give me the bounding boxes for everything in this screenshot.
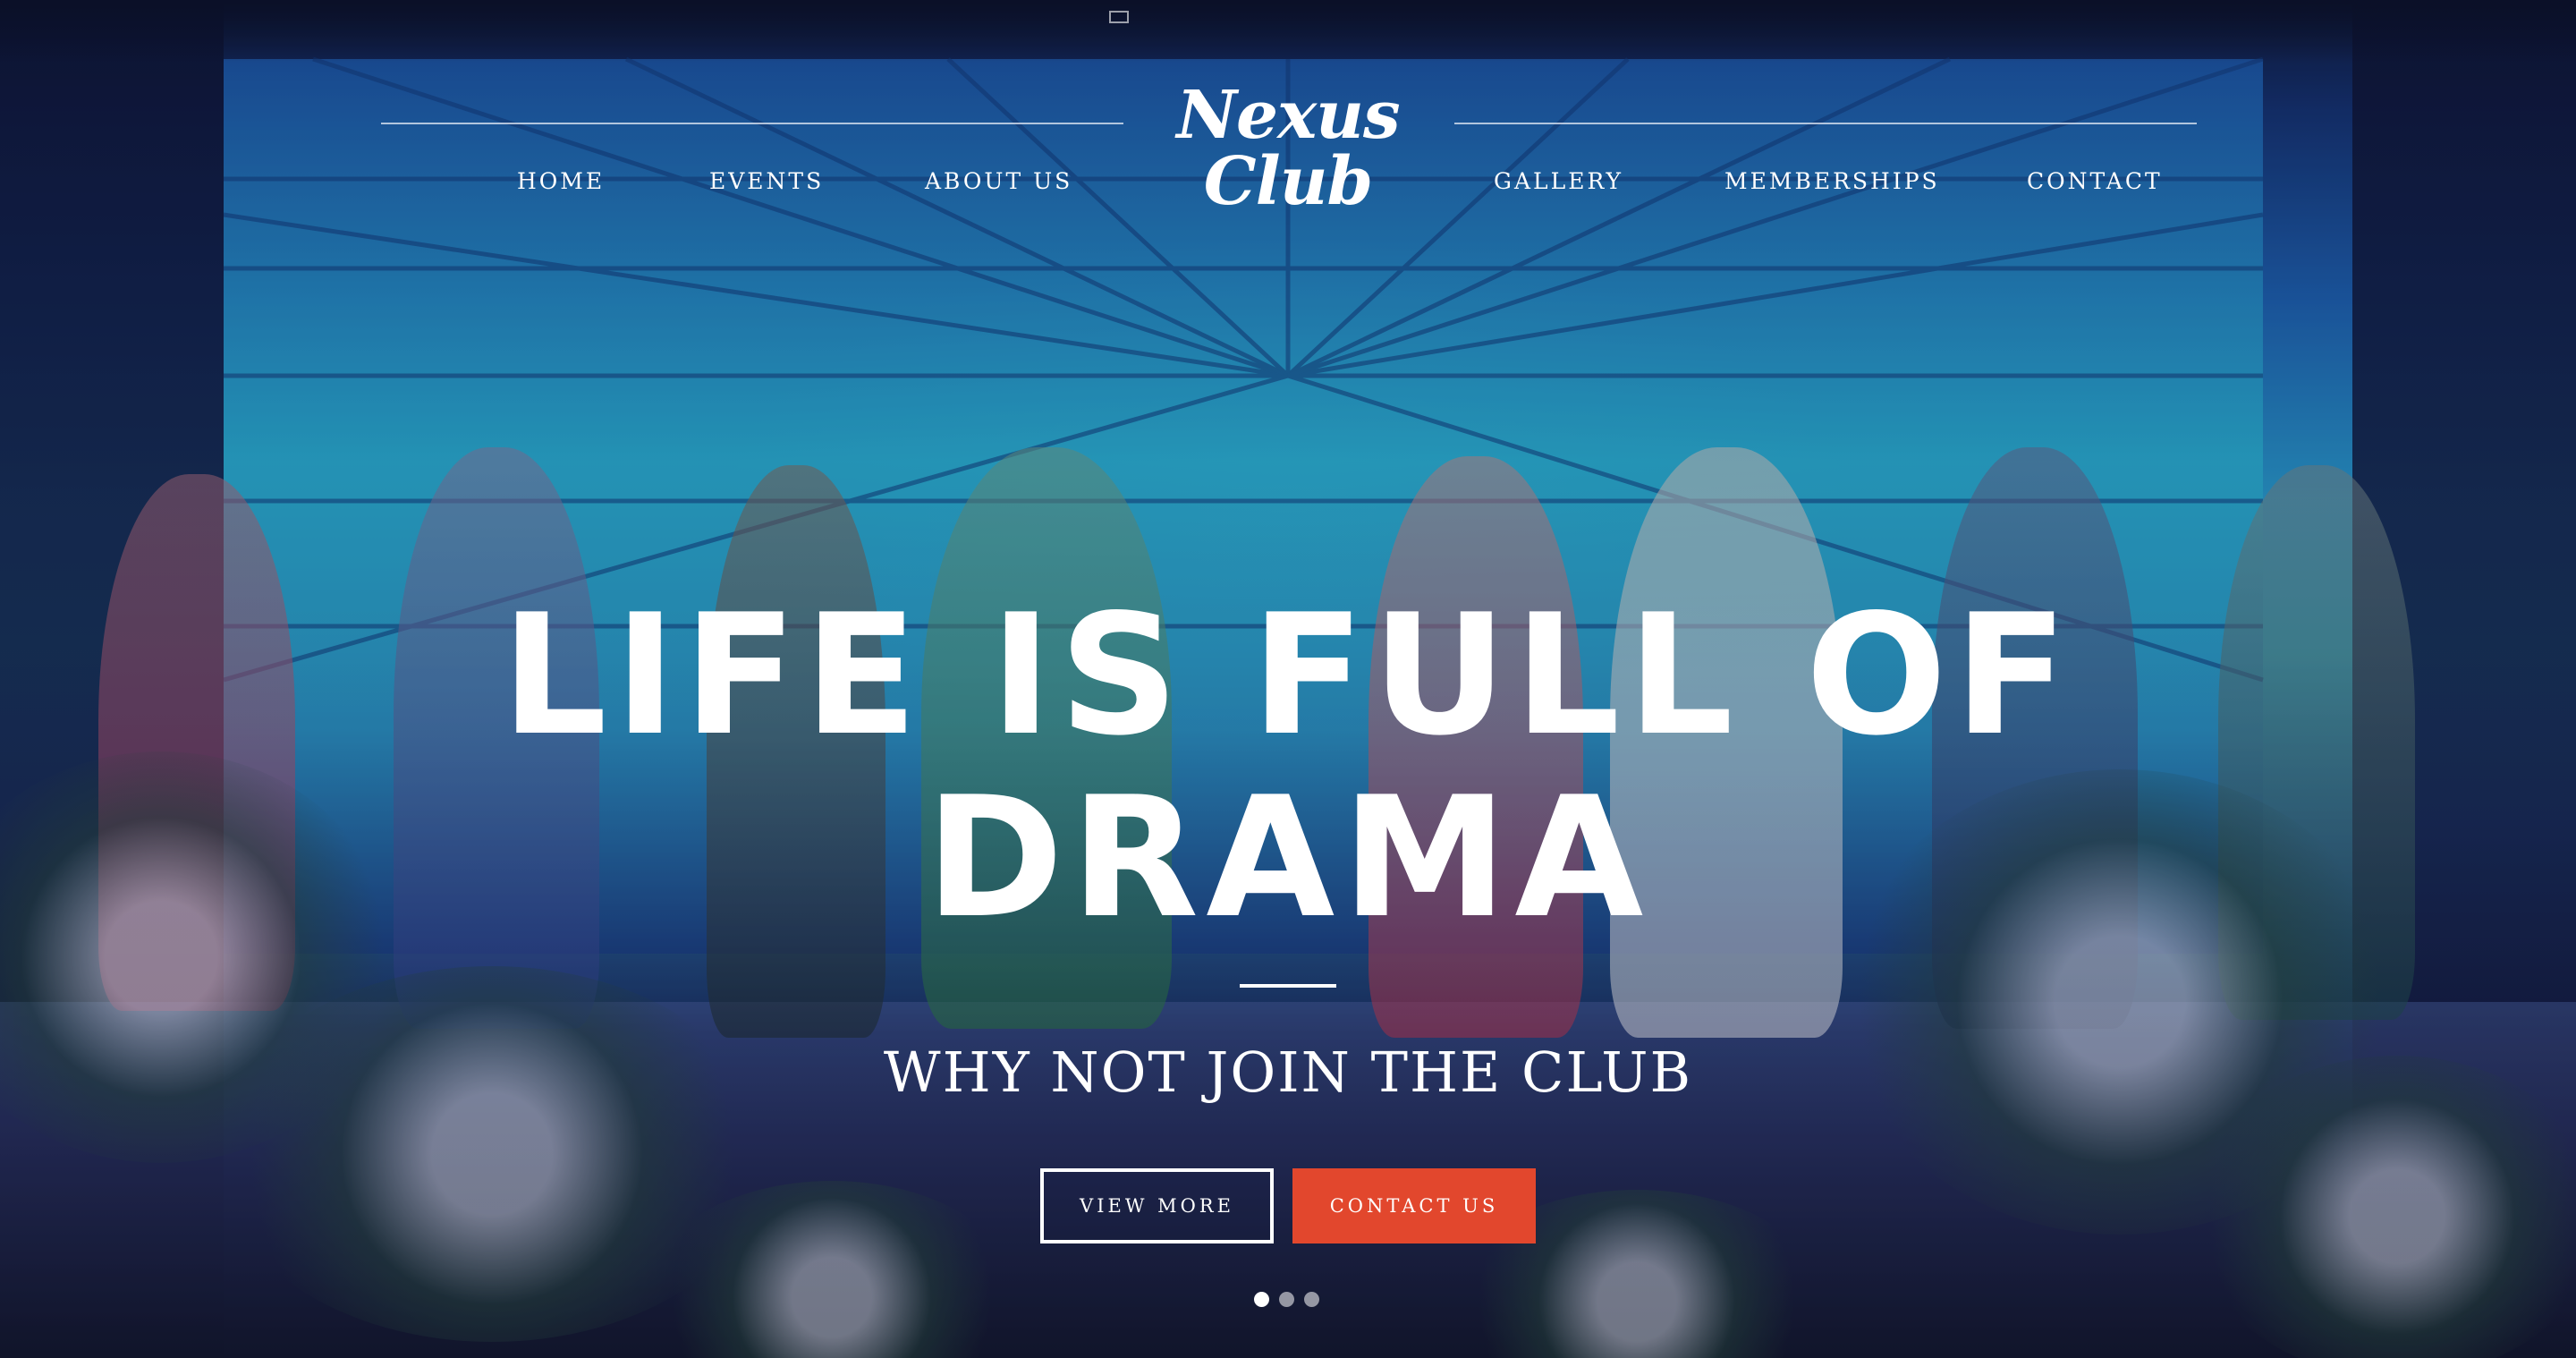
slider-pagination (1254, 1292, 1319, 1307)
nav-gallery[interactable]: GALLERY (1494, 168, 1623, 194)
hero-subtitle: WHY NOT JOIN THE CLUB (883, 1040, 1693, 1105)
header-rule-left (381, 123, 1123, 124)
nav-contact[interactable]: CONTACT (2027, 168, 2163, 194)
nav-about-us[interactable]: ABOUT US (925, 168, 1072, 194)
slider-dot[interactable] (1279, 1292, 1294, 1307)
contact-us-button[interactable]: CONTACT US (1292, 1168, 1536, 1243)
contact-us-label: CONTACT US (1329, 1195, 1499, 1217)
slider-dot[interactable] (1254, 1292, 1269, 1307)
view-more-label: VIEW MORE (1080, 1195, 1234, 1217)
site-header: Nexus Club HOME EVENTS ABOUT US GALLERY … (0, 0, 2576, 215)
view-more-button[interactable]: VIEW MORE (1040, 1168, 1274, 1243)
hero-section: Nexus Club HOME EVENTS ABOUT US GALLERY … (0, 0, 2576, 1358)
nav-events[interactable]: EVENTS (709, 168, 824, 194)
hero-headline-line1: LIFE IS FULL OF (501, 578, 2075, 772)
hero-divider (1240, 984, 1336, 988)
nav-memberships[interactable]: MEMBERSHIPS (1724, 168, 1940, 194)
site-logo[interactable]: Nexus Club (1127, 82, 1449, 215)
nav-home[interactable]: HOME (517, 168, 605, 194)
hero-headline-line2: DRAMA (925, 760, 1651, 955)
header-rule-right (1454, 123, 2197, 124)
slider-dot[interactable] (1304, 1292, 1319, 1307)
